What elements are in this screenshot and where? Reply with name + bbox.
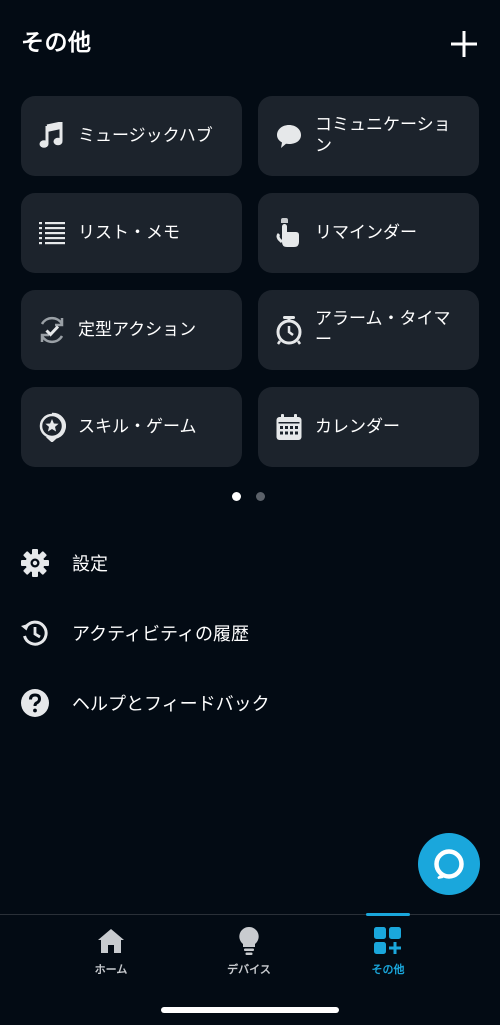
menu-label: アクティビティの履歴 xyxy=(72,624,249,645)
active-tab-indicator xyxy=(366,913,410,916)
calendar-icon xyxy=(274,412,304,442)
tab-home[interactable]: ホーム xyxy=(51,915,171,985)
lightbulb-icon xyxy=(233,925,265,957)
card-label: コミュニケーション xyxy=(315,115,451,156)
routine-check-icon xyxy=(37,315,67,345)
card-label: ミュージックハブ xyxy=(78,125,213,146)
finger-reminder-icon xyxy=(274,218,304,248)
alexa-ring-icon xyxy=(434,849,464,879)
card-label: 定型アクション xyxy=(78,319,197,340)
page-indicator xyxy=(232,492,272,502)
gear-icon xyxy=(20,548,50,578)
menu-item-activity-history[interactable]: アクティビティの履歴 xyxy=(20,611,460,655)
help-icon xyxy=(20,688,50,718)
page-dot[interactable] xyxy=(256,492,265,501)
speech-bubble-icon xyxy=(274,121,304,151)
card-calendar[interactable]: カレンダー xyxy=(258,387,479,467)
card-label: カレンダー xyxy=(315,416,400,437)
skill-star-icon xyxy=(37,412,67,442)
card-list-memo[interactable]: リスト・メモ xyxy=(21,193,242,273)
home-indicator xyxy=(161,1007,339,1013)
tab-label: デバイス xyxy=(227,963,271,976)
card-label: スキル・ゲーム xyxy=(78,416,197,437)
menu-item-help-feedback[interactable]: ヘルプとフィードバック xyxy=(20,681,460,725)
menu-label: ヘルプとフィードバック xyxy=(72,694,270,715)
card-skill-game[interactable]: スキル・ゲーム xyxy=(21,387,242,467)
card-reminder[interactable]: リマインダー xyxy=(258,193,479,273)
tab-label: その他 xyxy=(371,963,405,976)
home-icon xyxy=(95,925,127,957)
page-dot-active[interactable] xyxy=(232,492,241,501)
card-alarm-timer[interactable]: アラーム・タイマー xyxy=(258,290,479,370)
card-communication[interactable]: コミュニケーション xyxy=(258,96,479,176)
alarm-clock-icon xyxy=(274,315,304,345)
menu-label: 設定 xyxy=(72,554,108,575)
more-grid-icon xyxy=(372,925,404,957)
tab-label: ホーム xyxy=(94,963,128,976)
tab-devices[interactable]: デバイス xyxy=(189,915,309,985)
header: その他 xyxy=(0,0,500,90)
list-icon xyxy=(37,218,67,248)
card-label: アラーム・タイマー xyxy=(315,309,451,350)
plus-icon xyxy=(451,31,477,57)
add-button[interactable] xyxy=(446,26,482,62)
card-label: リスト・メモ xyxy=(78,222,180,243)
alexa-button[interactable] xyxy=(418,833,480,895)
menu-item-settings[interactable]: 設定 xyxy=(20,541,460,585)
music-note-icon xyxy=(37,121,67,151)
card-routine[interactable]: 定型アクション xyxy=(21,290,242,370)
card-music-hub[interactable]: ミュージックハブ xyxy=(21,96,242,176)
card-label: リマインダー xyxy=(315,222,417,243)
page-title: その他 xyxy=(21,30,92,56)
tab-more[interactable]: その他 xyxy=(328,913,448,985)
history-icon xyxy=(20,618,50,648)
